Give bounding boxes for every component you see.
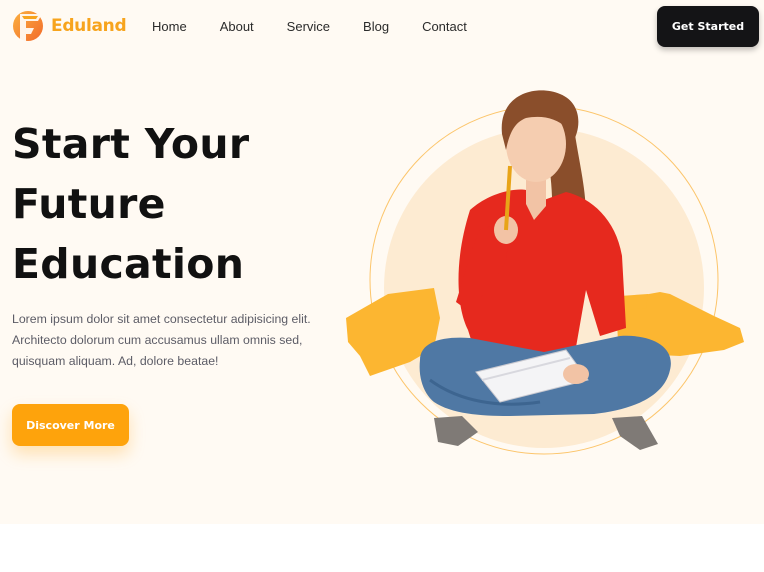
page: Eduland Home About Service Blog Contact … — [0, 0, 764, 572]
hero-title-line-1: Start Your — [12, 120, 250, 168]
hero-title-line-3: Education — [12, 240, 245, 288]
logo-icon — [13, 11, 43, 41]
hero-description: Lorem ipsum dolor sit amet consectetur a… — [12, 312, 311, 368]
discover-more-button[interactable]: Discover More — [12, 404, 129, 446]
logo-text: Eduland — [51, 16, 127, 36]
main-nav: Home About Service Blog Contact — [152, 18, 500, 36]
nav-item-contact[interactable]: Contact — [422, 18, 467, 36]
nav-item-service[interactable]: Service — [287, 18, 330, 36]
hero-title-line-2: Future — [12, 180, 166, 228]
student-photo — [346, 90, 744, 455]
logo[interactable]: Eduland — [12, 10, 127, 42]
nav-item-home[interactable]: Home — [152, 18, 187, 36]
nav-item-about[interactable]: About — [220, 18, 254, 36]
get-started-button[interactable]: Get Started — [657, 6, 759, 47]
hero-title: Start Your Future Education — [12, 114, 332, 294]
nav-item-blog[interactable]: Blog — [363, 18, 389, 36]
